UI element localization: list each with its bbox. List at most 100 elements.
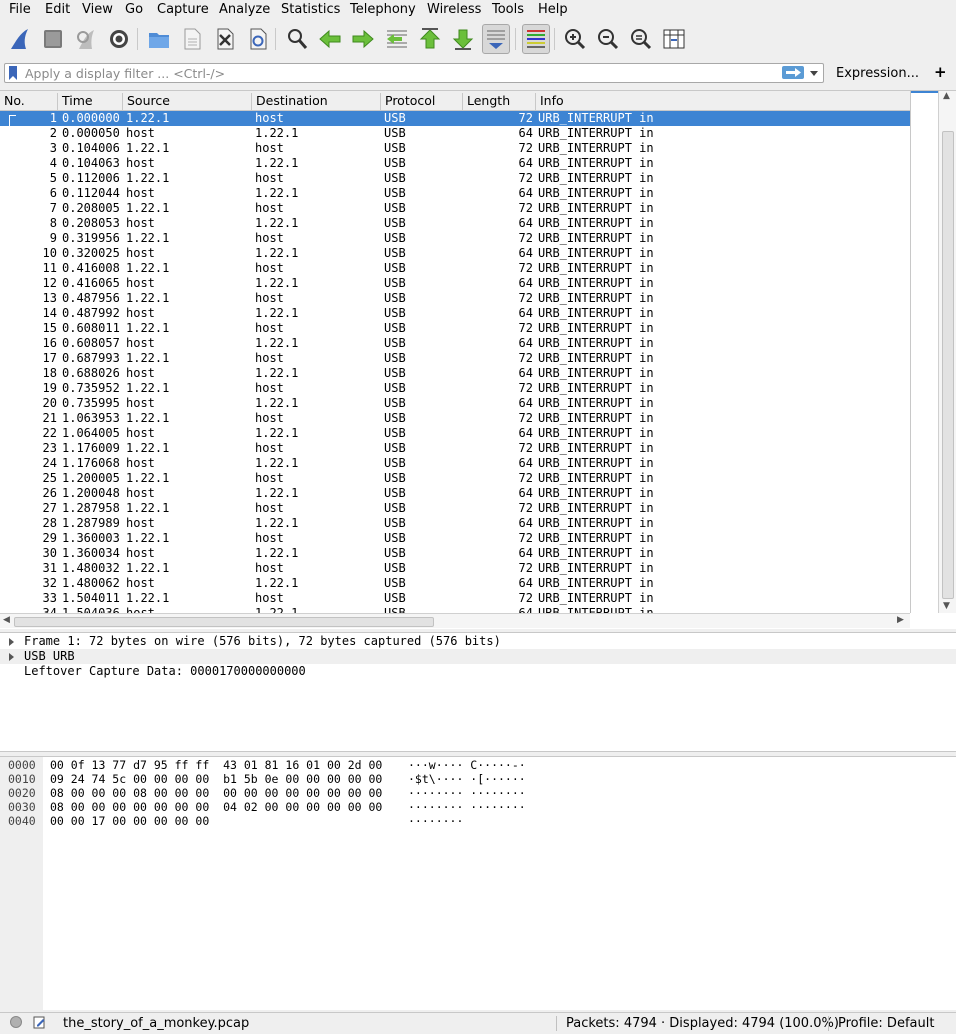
packet-row[interactable]: 32 1.480062 host 1.22.1 USB 64 URB_INTERRUPT i… xyxy=(0,576,910,591)
apply-filter-arrow-icon[interactable] xyxy=(782,66,804,79)
column-header-protocol[interactable]: Protocol xyxy=(380,93,462,110)
menu-statistics[interactable]: Statistics xyxy=(281,2,340,17)
packet-list-vertical-scrollbar[interactable]: ▲ ▼ xyxy=(938,91,956,613)
add-filter-button[interactable]: + xyxy=(934,63,947,81)
go-first-button[interactable] xyxy=(416,24,444,54)
zoom-normal-button[interactable] xyxy=(627,24,655,54)
menu-file[interactable]: File xyxy=(9,2,31,17)
profile-status[interactable]: Profile: Default xyxy=(838,1016,934,1031)
packet-row[interactable]: 25 1.200005 1.22.1 host USB 72 URB_INTERRUPT i… xyxy=(0,471,910,486)
packet-row[interactable]: 3 0.104006 1.22.1 host USB 72 URB_INTERRUPT in xyxy=(0,141,910,156)
hex-bytes[interactable]: 00 00 17 00 00 00 00 00 xyxy=(50,814,209,828)
packet-row[interactable]: 19 0.735952 1.22.1 host USB 72 URB_INTERRUPT i… xyxy=(0,381,910,396)
ascii-bytes[interactable]: ········ ········ xyxy=(408,786,526,800)
expand-arrow-icon[interactable] xyxy=(9,653,14,661)
packet-row[interactable]: 33 1.504011 1.22.1 host USB 72 URB_INTERRUPT i… xyxy=(0,591,910,606)
packet-row[interactable]: 18 0.688026 host 1.22.1 USB 64 URB_INTERRUPT i… xyxy=(0,366,910,381)
packet-row[interactable]: 29 1.360003 1.22.1 host USB 72 URB_INTERRUPT i… xyxy=(0,531,910,546)
packet-row[interactable]: 28 1.287989 host 1.22.1 USB 64 URB_INTERRUPT i… xyxy=(0,516,910,531)
close-file-button[interactable] xyxy=(211,24,239,54)
expression-button[interactable]: Expression... xyxy=(836,66,919,81)
menu-go[interactable]: Go xyxy=(125,2,143,17)
menu-analyze[interactable]: Analyze xyxy=(219,2,270,17)
autoscroll-button[interactable] xyxy=(482,24,510,54)
column-header-no[interactable]: No. xyxy=(0,93,57,110)
packet-row[interactable]: 2 0.000050 host 1.22.1 USB 64 URB_INTERRUPT in xyxy=(0,126,910,141)
packet-row[interactable]: 10 0.320025 host 1.22.1 USB 64 URB_INTERRUPT i… xyxy=(0,246,910,261)
open-folder-button[interactable] xyxy=(145,24,173,54)
packet-row[interactable]: 14 0.487992 host 1.22.1 USB 64 URB_INTERRUPT i… xyxy=(0,306,910,321)
packet-row[interactable]: 24 1.176068 host 1.22.1 USB 64 URB_INTERRUPT i… xyxy=(0,456,910,471)
expert-info-led-icon[interactable] xyxy=(10,1016,22,1028)
column-header-destination[interactable]: Destination xyxy=(251,93,380,110)
scroll-up-icon[interactable]: ▲ xyxy=(943,91,950,101)
detail-tree-item[interactable]: Leftover Capture Data: 0000170000000000 xyxy=(0,664,956,679)
menu-telephony[interactable]: Telephony xyxy=(350,2,416,17)
ascii-bytes[interactable]: ········ xyxy=(408,814,463,828)
packet-row[interactable]: 27 1.287958 1.22.1 host USB 72 URB_INTERRUPT i… xyxy=(0,501,910,516)
column-header-length[interactable]: Length xyxy=(462,93,535,110)
shark-fin-button[interactable] xyxy=(6,24,34,54)
menu-capture[interactable]: Capture xyxy=(157,2,209,17)
detail-tree-item[interactable]: Frame 1: 72 bytes on wire (576 bits), 72… xyxy=(0,634,956,649)
capture-comment-icon[interactable] xyxy=(33,1016,46,1029)
detail-tree-item[interactable]: USB URB xyxy=(0,649,956,664)
ascii-bytes[interactable]: ···w···· C·····-· xyxy=(408,758,526,772)
packet-row[interactable]: 7 0.208005 1.22.1 host USB 72 URB_INTERRUPT in xyxy=(0,201,910,216)
packet-row[interactable]: 15 0.608011 1.22.1 host USB 72 URB_INTERRUPT i… xyxy=(0,321,910,336)
options-gear-button[interactable] xyxy=(105,24,133,54)
packet-row[interactable]: 5 0.112006 1.22.1 host USB 72 URB_INTERRUPT in xyxy=(0,171,910,186)
restart-button[interactable] xyxy=(72,24,100,54)
packet-row[interactable]: 12 0.416065 host 1.22.1 USB 64 URB_INTERRUPT i… xyxy=(0,276,910,291)
packet-row[interactable]: 13 0.487956 1.22.1 host USB 72 URB_INTERRUPT i… xyxy=(0,291,910,306)
save-file-button[interactable] xyxy=(178,24,206,54)
menu-tools[interactable]: Tools xyxy=(492,2,524,17)
zoom-in-button[interactable] xyxy=(561,24,589,54)
stop-button[interactable] xyxy=(39,24,67,54)
resize-columns-button[interactable] xyxy=(660,24,688,54)
packet-row[interactable]: 30 1.360034 host 1.22.1 USB 64 URB_INTERRUPT i… xyxy=(0,546,910,561)
packet-row[interactable]: 22 1.064005 host 1.22.1 USB 64 URB_INTERRUPT i… xyxy=(0,426,910,441)
expand-arrow-icon[interactable] xyxy=(9,638,14,646)
go-back-button[interactable] xyxy=(316,24,344,54)
menu-wireless[interactable]: Wireless xyxy=(427,2,481,17)
packet-row[interactable]: 34 1.504036 host 1.22.1 USB 64 URB_INTERRUPT i… xyxy=(0,606,910,613)
packet-row[interactable]: 9 0.319956 1.22.1 host USB 72 URB_INTERRUPT in xyxy=(0,231,910,246)
zoom-out-button[interactable] xyxy=(594,24,622,54)
menu-help[interactable]: Help xyxy=(538,2,568,17)
packet-row[interactable]: 1 0.000000 1.22.1 host USB 72 URB_INTERRUPT in xyxy=(0,111,910,126)
hex-bytes[interactable]: 09 24 74 5c 00 00 00 00 b1 5b 0e 00 00 0… xyxy=(50,772,382,786)
vertical-scroll-thumb[interactable] xyxy=(942,131,954,599)
column-header-info[interactable]: Info xyxy=(535,93,910,110)
packet-minimap[interactable] xyxy=(910,91,939,613)
column-header-time[interactable]: Time xyxy=(57,93,122,110)
go-forward-button[interactable] xyxy=(349,24,377,54)
display-filter-input[interactable]: Apply a display filter ... <Ctrl-/> xyxy=(4,63,824,83)
packet-row[interactable]: 6 0.112044 host 1.22.1 USB 64 URB_INTERRUPT in xyxy=(0,186,910,201)
packet-row[interactable]: 31 1.480032 1.22.1 host USB 72 URB_INTERRUPT i… xyxy=(0,561,910,576)
scroll-down-icon[interactable]: ▼ xyxy=(943,601,950,611)
hex-bytes[interactable]: 00 0f 13 77 d7 95 ff ff 43 01 81 16 01 0… xyxy=(50,758,382,772)
hex-bytes[interactable]: 08 00 00 00 08 00 00 00 00 00 00 00 00 0… xyxy=(50,786,382,800)
packet-row[interactable]: 4 0.104063 host 1.22.1 USB 64 URB_INTERRUPT in xyxy=(0,156,910,171)
go-last-button[interactable] xyxy=(449,24,477,54)
packet-row[interactable]: 8 0.208053 host 1.22.1 USB 64 URB_INTERRUPT in xyxy=(0,216,910,231)
packet-row[interactable]: 21 1.063953 1.22.1 host USB 72 URB_INTERRUPT i… xyxy=(0,411,910,426)
scroll-left-icon[interactable]: ◀ xyxy=(3,615,10,625)
bookmark-icon[interactable] xyxy=(9,66,17,80)
horizontal-scroll-thumb[interactable] xyxy=(14,617,434,627)
filter-history-dropdown-icon[interactable] xyxy=(810,71,818,76)
go-to-packet-button[interactable] xyxy=(383,24,411,54)
packet-row[interactable]: 11 0.416008 1.22.1 host USB 72 URB_INTERRUPT i… xyxy=(0,261,910,276)
ascii-bytes[interactable]: ·$t\···· ·[······ xyxy=(408,772,526,786)
colorize-button[interactable] xyxy=(522,24,550,54)
reload-button[interactable] xyxy=(244,24,272,54)
scroll-right-icon[interactable]: ▶ xyxy=(897,615,904,625)
menu-view[interactable]: View xyxy=(82,2,113,17)
packet-list-horizontal-scrollbar[interactable]: ◀ ▶ xyxy=(0,613,910,628)
column-header-source[interactable]: Source xyxy=(122,93,251,110)
menu-edit[interactable]: Edit xyxy=(45,2,70,17)
ascii-bytes[interactable]: ········ ········ xyxy=(408,800,526,814)
packet-row[interactable]: 16 0.608057 host 1.22.1 USB 64 URB_INTERRUPT i… xyxy=(0,336,910,351)
packet-row[interactable]: 17 0.687993 1.22.1 host USB 72 URB_INTERRUPT i… xyxy=(0,351,910,366)
